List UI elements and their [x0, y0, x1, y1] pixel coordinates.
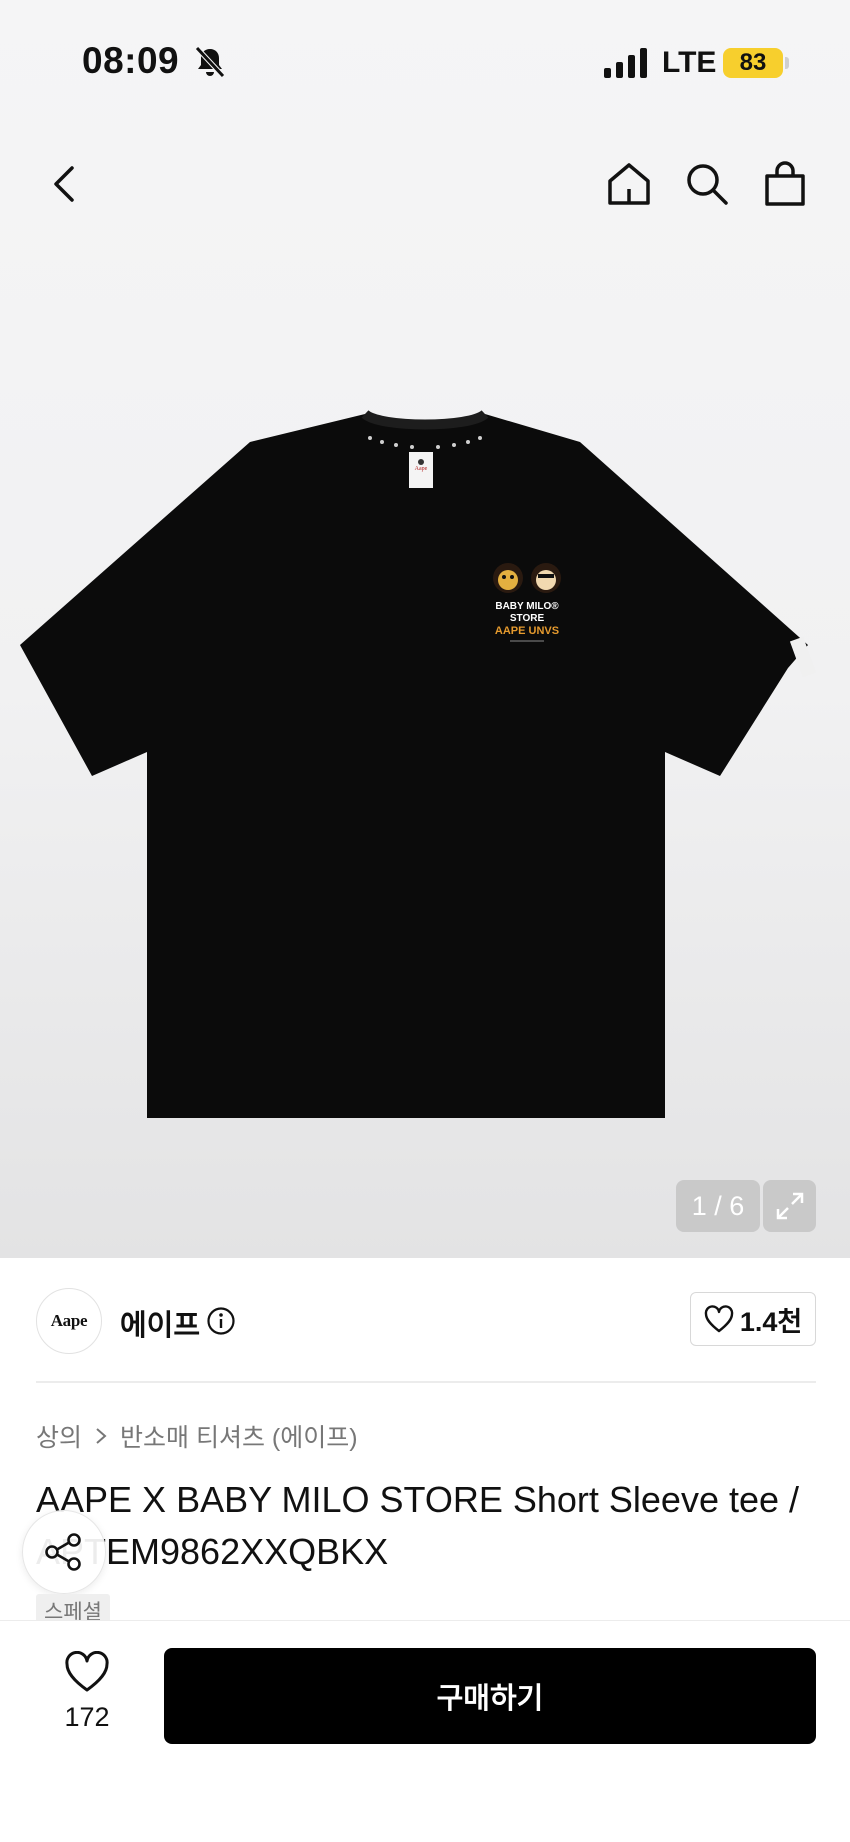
image-counter: 1 / 6 [676, 1180, 760, 1232]
wishlist-count: 172 [64, 1702, 110, 1732]
share-button[interactable] [22, 1510, 106, 1594]
print-line-3: AAPE UNVS [495, 625, 559, 637]
product-title: AAPE X BABY MILO STORE Short Sleeve tee … [36, 1479, 800, 1572]
wishlist-button[interactable]: 172 [48, 1650, 126, 1733]
search-button[interactable] [679, 156, 735, 212]
breadcrumb-item-short-sleeve[interactable]: 반소매 티셔츠 (에이프) [120, 1418, 358, 1454]
brand-like-count: 1.4천 [739, 1306, 803, 1337]
chevron-left-icon [54, 166, 74, 202]
info-icon[interactable] [206, 1306, 236, 1336]
cellular-signal-icon [604, 48, 647, 78]
print-line-1: BABY MILO® [495, 601, 559, 612]
bottom-bar: 172 구매하기 [0, 1620, 850, 1842]
shopping-bag-icon [765, 161, 805, 206]
heart-icon [65, 1650, 109, 1692]
home-button[interactable] [601, 156, 657, 212]
heart-icon [704, 1305, 734, 1333]
search-icon [687, 164, 728, 205]
brand-name[interactable]: 에이프 [120, 1302, 200, 1344]
expand-icon [776, 1192, 803, 1220]
battery-cap [785, 57, 789, 69]
shopping-bag-button[interactable] [757, 156, 813, 212]
bell-slash-icon [195, 46, 225, 78]
chevron-right-icon [96, 1428, 107, 1444]
back-button[interactable] [36, 156, 92, 212]
status-time: 08:09 [82, 40, 180, 81]
network-type: LTE [662, 46, 717, 79]
status-bar: 08:09 LTE 83 [0, 0, 850, 120]
brand-like-button[interactable]: 1.4천 [690, 1292, 816, 1346]
share-icon [45, 1533, 81, 1571]
breadcrumb: 상의 반소매 티셔츠 (에이프) [36, 1418, 358, 1454]
neck-label-text: Aape [415, 466, 428, 472]
home-icon [608, 163, 650, 205]
buy-button[interactable]: 구매하기 [164, 1648, 816, 1744]
product-image[interactable]: Aape BABY MILO® STORE AAPE UNVS [20, 400, 830, 1125]
divider [36, 1381, 816, 1383]
battery-indicator: 83 [723, 48, 783, 78]
brand-logo[interactable]: Aape [36, 1288, 102, 1354]
print-line-2: STORE [510, 613, 545, 624]
brand-logo-text: Aape [50, 1311, 88, 1330]
brand-row: Aape 에이프 1.4천 [0, 1258, 850, 1383]
expand-image-button[interactable] [763, 1180, 816, 1232]
breadcrumb-item-tops[interactable]: 상의 [36, 1418, 82, 1454]
